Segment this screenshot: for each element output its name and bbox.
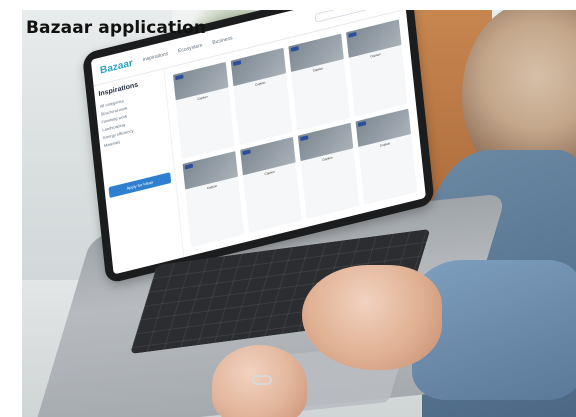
sidebar-button[interactable]: Apply for Ideas <box>108 172 172 199</box>
ring <box>252 375 272 385</box>
inspiration-card[interactable]: Caption <box>288 33 351 131</box>
inspiration-card[interactable]: Caption <box>355 108 418 205</box>
inspiration-card[interactable]: Caption <box>346 19 408 117</box>
app-nav-link[interactable]: Ecosystem <box>178 43 203 55</box>
caption: Bazaar application <box>26 18 207 38</box>
inspiration-card[interactable]: Caption <box>182 150 245 248</box>
app-nav-link[interactable]: Business <box>212 35 233 46</box>
app-nav-link[interactable]: Inspirations <box>142 51 168 63</box>
inspiration-card[interactable]: Caption <box>173 61 235 159</box>
inspiration-card[interactable]: Caption <box>230 47 293 145</box>
right-hand <box>302 265 442 370</box>
app-logo: Bazaar <box>99 57 134 77</box>
inspiration-card[interactable]: Caption <box>297 122 360 219</box>
inspiration-card[interactable]: Caption <box>240 136 302 234</box>
photo: Bazaar Inspirations Ecosystem Business I… <box>22 10 576 417</box>
